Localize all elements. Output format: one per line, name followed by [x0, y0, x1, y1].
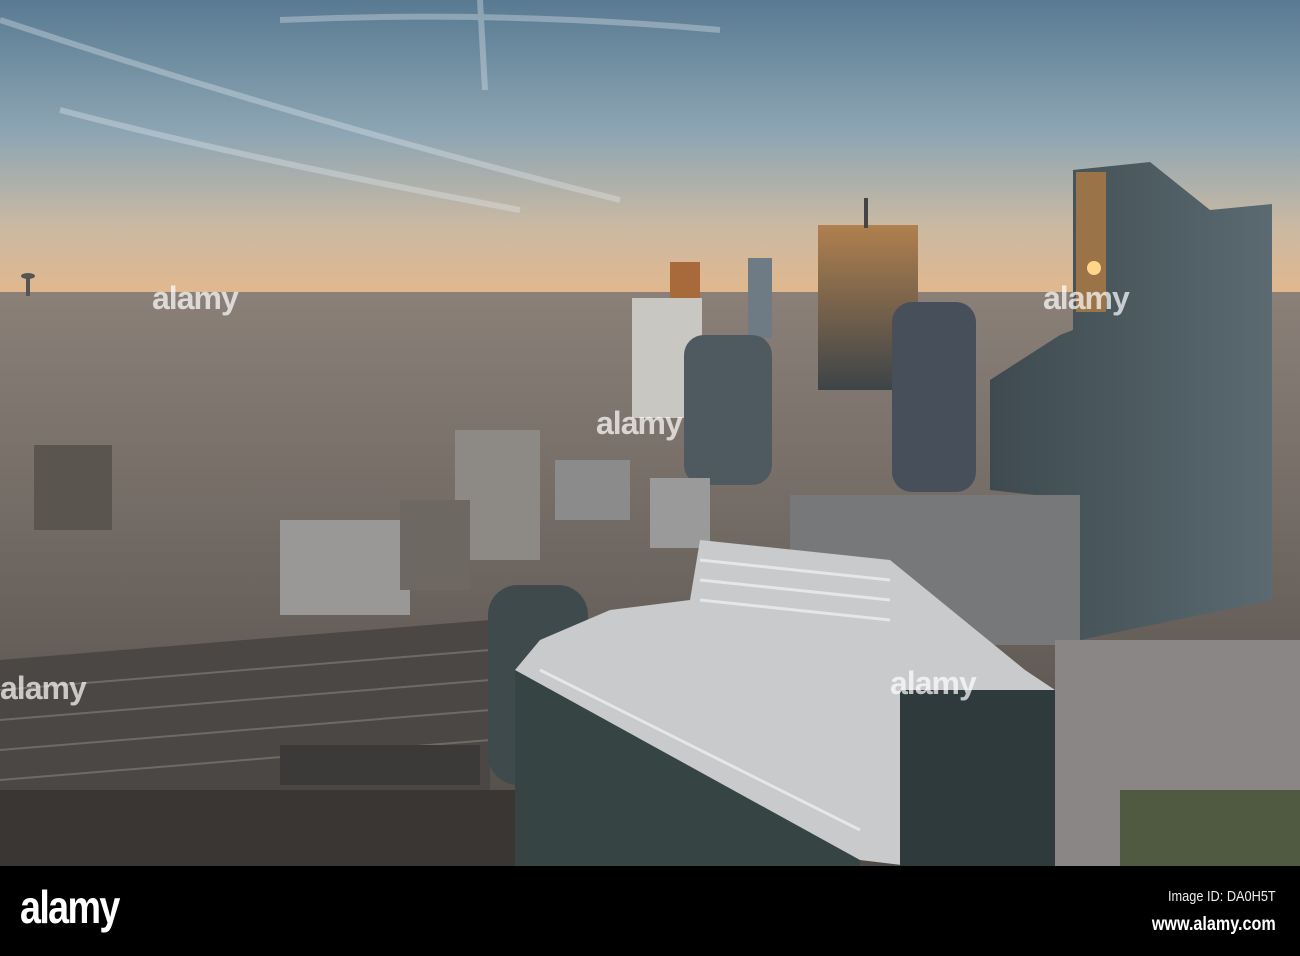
site-url: www.alamy.com — [1152, 914, 1276, 935]
tower-gold-top — [670, 262, 700, 298]
building — [555, 460, 630, 520]
alamy-logo: alamy — [20, 881, 120, 933]
watermark-brand: alamy — [152, 280, 239, 316]
building — [400, 500, 470, 590]
dark-glass-block — [900, 690, 1055, 866]
watermark-brand: alamy — [890, 665, 977, 701]
water-tower-top — [21, 273, 35, 279]
building — [280, 520, 410, 615]
round-tower — [892, 302, 976, 492]
sun-glint — [1087, 261, 1101, 275]
building — [34, 445, 112, 530]
tower — [748, 258, 772, 338]
photo-frame: alamy alamy alamy alamy alamy alamy Imag… — [0, 0, 1300, 956]
watermark-brand: alamy — [1043, 280, 1130, 316]
watermark-brand: alamy — [596, 405, 683, 441]
watermark-bar: alamy Image ID: DA0H5T www.alamy.com — [0, 866, 1300, 956]
tower — [650, 478, 710, 548]
tower-antenna — [864, 198, 868, 228]
street — [0, 790, 520, 866]
image-id: Image ID: DA0H5T — [1168, 888, 1276, 905]
round-tower — [684, 335, 772, 485]
bridge — [280, 745, 480, 785]
watermark-brand: alamy — [0, 670, 87, 706]
garden — [1120, 790, 1300, 866]
